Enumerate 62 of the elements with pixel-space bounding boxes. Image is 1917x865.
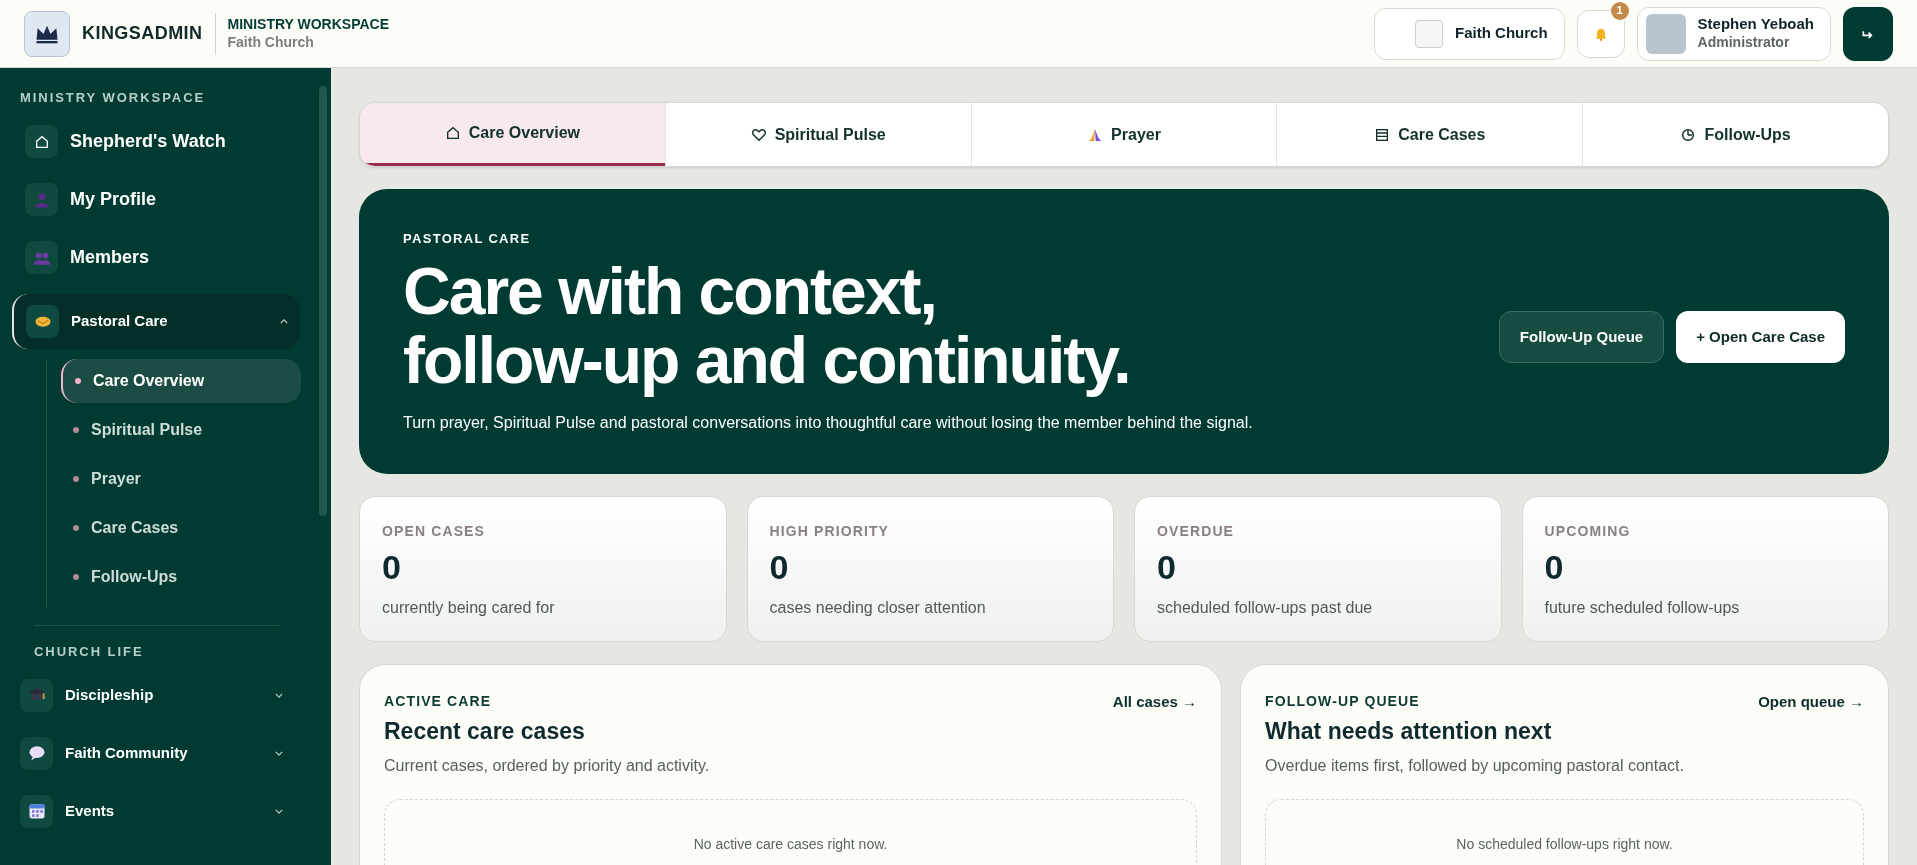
- logout-button[interactable]: [1843, 6, 1893, 61]
- stat-caption: currently being cared for: [382, 598, 556, 618]
- tab[interactable]: Care Overview: [360, 103, 665, 166]
- stat-value: 0: [1544, 550, 1565, 584]
- stat-label: OPEN CASES: [382, 522, 486, 541]
- notification-count-badge: 1: [1610, 1, 1629, 20]
- sidebar-item[interactable]: Discipleship: [20, 673, 295, 717]
- stat-label: UPCOMING: [1544, 522, 1632, 541]
- brand-name: KINGSADMIN: [82, 12, 216, 55]
- sidebar-item[interactable]: My Profile: [25, 177, 300, 222]
- home-icon: [33, 133, 50, 150]
- empty-state-message: No active care cases right now.: [384, 798, 1198, 865]
- user-role: Administrator: [1697, 34, 1790, 52]
- stat-caption: cases needing closer attention: [769, 598, 987, 618]
- empty-state-message: No scheduled follow-ups right now.: [1265, 798, 1864, 865]
- sidebar-subitem[interactable]: Prayer: [61, 456, 301, 501]
- hero-description: Turn prayer, Spiritual Pulse and pastoral conversations into thoughtful care without losing the member behind the signal.: [403, 413, 1254, 434]
- tab[interactable]: Follow-Ups: [1582, 103, 1888, 166]
- sidebar-item[interactable]: Pastoral Care: [12, 293, 300, 349]
- sidebar-item[interactable]: Members: [25, 235, 300, 280]
- sidebar-subitem[interactable]: Follow-Ups: [61, 554, 301, 599]
- sidebar-subitem[interactable]: Care Overview: [61, 358, 301, 403]
- stat-label: OVERDUE: [1157, 522, 1236, 541]
- home-icon: [444, 125, 461, 141]
- panel-eyebrow: FOLLOW-UP QUEUE: [1265, 692, 1421, 711]
- stat-caption: future scheduled follow-ups: [1544, 598, 1741, 618]
- open-care-case-button[interactable]: + Open Care Case: [1676, 311, 1845, 363]
- church-switcher-button[interactable]: Faith Church: [1374, 7, 1565, 60]
- sidebar-subitem[interactable]: Spiritual Pulse: [61, 407, 301, 452]
- stat-value: 0: [382, 550, 402, 584]
- sidebar-item[interactable]: Events: [20, 789, 295, 833]
- sidebar-subitem[interactable]: Care Cases: [61, 505, 301, 550]
- church-logo-image: [1415, 19, 1444, 48]
- user-menu-button[interactable]: Stephen Yeboah Administrator: [1636, 6, 1831, 61]
- sidebar-item[interactable]: Shepherd's Watch: [25, 119, 300, 164]
- section-heading: MINISTRY WORKSPACE: [20, 89, 207, 107]
- hero-title: Care with context, follow-up and continuity.: [403, 256, 1131, 396]
- clock-icon: [1680, 126, 1697, 143]
- stat-value: 0: [769, 550, 790, 584]
- avatar-placeholder: [1645, 13, 1686, 54]
- panel-link[interactable]: All cases →: [1112, 691, 1198, 714]
- section-heading: CHURCH LIFE: [34, 642, 145, 661]
- stat-value: 0: [1157, 550, 1177, 584]
- tab[interactable]: Prayer: [970, 103, 1277, 166]
- panel-title: What needs attention next: [1265, 717, 1553, 746]
- panel-link[interactable]: Open queue →: [1758, 691, 1864, 714]
- workspace-subtitle: Faith Church: [227, 33, 315, 51]
- workspace-title: MINISTRY WORKSPACE: [227, 16, 390, 34]
- follow-up-queue-button[interactable]: Follow-Up Queue: [1498, 311, 1665, 363]
- stat-caption: scheduled follow-ups past due: [1157, 598, 1374, 618]
- panel-description: Overdue items first, followed by upcoming pastoral contact.: [1265, 755, 1685, 776]
- hero-eyebrow: PASTORAL CARE: [403, 230, 532, 248]
- panel-description: Current cases, ordered by priority and activity.: [384, 755, 711, 776]
- stat-label: HIGH PRIORITY: [769, 522, 891, 541]
- user-name: Stephen Yeboah: [1697, 15, 1814, 35]
- sidebar-item[interactable]: Faith Community: [20, 731, 295, 775]
- tab[interactable]: Care Cases: [1276, 103, 1583, 166]
- list-icon: [1374, 126, 1391, 143]
- tab[interactable]: Spiritual Pulse: [664, 103, 971, 166]
- panel-title: Recent care cases: [384, 717, 586, 746]
- panel-eyebrow: ACTIVE CARE: [384, 692, 493, 711]
- heart-icon: [750, 126, 767, 143]
